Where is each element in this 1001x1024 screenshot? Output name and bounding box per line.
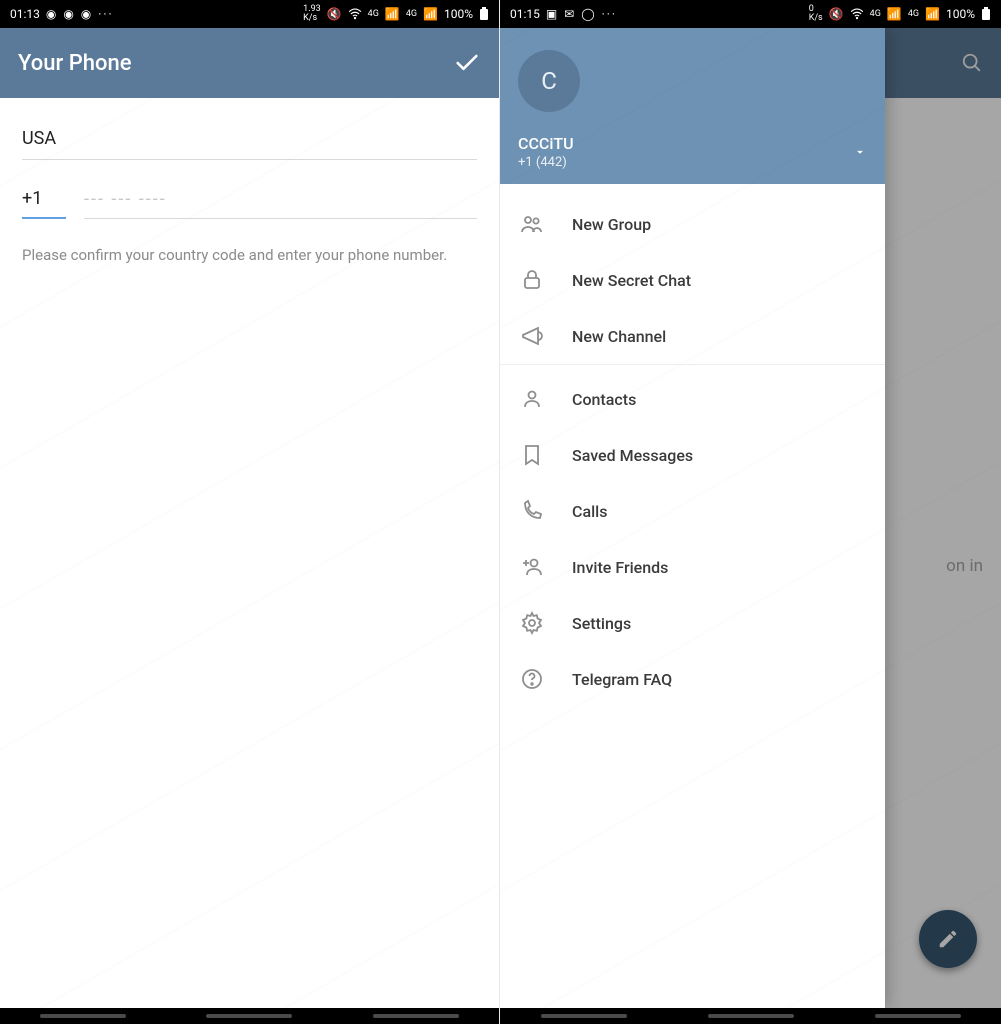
status-bar: 01:15 ▣ ✉ ◯ ··· 0 K/s 🔇 4G 📶 4G 📶 100% xyxy=(500,0,1001,28)
status-battery: 100% xyxy=(444,7,473,21)
status-battery: 100% xyxy=(946,7,975,21)
menu-item-label: Contacts xyxy=(572,390,636,409)
avatar[interactable]: C xyxy=(518,50,580,112)
nav-pill[interactable] xyxy=(373,1014,459,1018)
megaphone-icon xyxy=(520,324,544,348)
menu-item-label: New Secret Chat xyxy=(572,271,691,290)
country-field[interactable]: USA xyxy=(22,124,477,160)
status-bar: 01:13 ◉ ◉ ◉ ··· 1.93 K/s 🔇 4G 📶 4G 📶 100… xyxy=(0,0,499,28)
account-name: CCCiTU xyxy=(518,134,574,153)
menu-item-settings[interactable]: Settings xyxy=(500,595,885,651)
drawer-menu: New Group New Secret Chat New Channel Conta… xyxy=(500,184,885,707)
gear-icon xyxy=(520,611,544,635)
battery-icon xyxy=(981,7,991,21)
chevron-down-icon xyxy=(853,145,867,159)
nav-pill[interactable] xyxy=(40,1014,126,1018)
appbar: Your Phone xyxy=(0,28,499,98)
confirm-icon[interactable] xyxy=(453,49,481,77)
status-kbps-unit: K/s xyxy=(303,13,317,23)
person-icon xyxy=(520,387,544,411)
right-screenshot: 01:15 ▣ ✉ ◯ ··· 0 K/s 🔇 4G 📶 4G 📶 100% o… xyxy=(500,0,1001,1024)
menu-item-label: Calls xyxy=(572,502,607,521)
menu-item-calls[interactable]: Calls xyxy=(500,483,885,539)
menu-item-new-group[interactable]: New Group xyxy=(500,196,885,252)
menu-item-saved[interactable]: Saved Messages xyxy=(500,427,885,483)
nav-pill[interactable] xyxy=(206,1014,292,1018)
bookmark-icon xyxy=(520,443,544,467)
dial-code-input[interactable]: +1 xyxy=(22,188,66,219)
phone-row: +1 --- --- ---- xyxy=(22,188,477,219)
menu-item-new-secret[interactable]: New Secret Chat xyxy=(500,252,885,308)
status-app-icons: ◉ ◉ ◉ ··· xyxy=(46,7,114,21)
lock-icon xyxy=(520,268,544,292)
menu-item-faq[interactable]: Telegram FAQ xyxy=(500,651,885,707)
group-icon xyxy=(520,212,544,236)
nav-pill[interactable] xyxy=(708,1014,794,1018)
wifi-icon xyxy=(850,7,864,21)
status-time: 01:13 xyxy=(10,7,40,21)
status-kbps-unit: K/s xyxy=(809,13,823,23)
menu-item-label: Telegram FAQ xyxy=(572,670,672,689)
menu-item-label: Saved Messages xyxy=(572,446,693,465)
signal-icon-2: 📶 xyxy=(925,7,940,21)
add-person-icon xyxy=(520,555,544,579)
page-title: Your Phone xyxy=(18,51,131,76)
android-nav xyxy=(500,1008,1001,1024)
status-net-2: 4G xyxy=(406,9,417,19)
mute-icon: 🔇 xyxy=(829,7,844,21)
battery-icon xyxy=(479,7,489,21)
menu-item-label: Settings xyxy=(572,614,631,633)
signal-icon-1: 📶 xyxy=(887,7,902,21)
question-circle-icon xyxy=(520,667,544,691)
status-net-2: 4G xyxy=(908,9,919,19)
menu-item-label: New Channel xyxy=(572,327,666,346)
nav-pill[interactable] xyxy=(541,1014,627,1018)
menu-item-label: Invite Friends xyxy=(572,558,668,577)
menu-item-invite[interactable]: Invite Friends xyxy=(500,539,885,595)
nav-drawer: C CCCiTU +1 (442) New Group New Secret Ch… xyxy=(500,28,885,1008)
drawer-section: New Group New Secret Chat New Channel xyxy=(500,190,885,364)
status-app-icons: ▣ ✉ ◯ ··· xyxy=(546,7,617,21)
phone-number-input[interactable]: --- --- ---- xyxy=(84,189,477,219)
menu-item-new-channel[interactable]: New Channel xyxy=(500,308,885,364)
phone-icon xyxy=(520,499,544,523)
status-net-1: 4G xyxy=(870,9,881,19)
menu-item-label: New Group xyxy=(572,215,651,234)
drawer-section: Contacts Saved Messages Calls Invite Friend… xyxy=(500,364,885,707)
login-hint: Please confirm your country code and ent… xyxy=(22,245,477,267)
status-net-1: 4G xyxy=(368,9,379,19)
avatar-initial: C xyxy=(541,67,557,95)
nav-pill[interactable] xyxy=(875,1014,961,1018)
left-screenshot: 01:13 ◉ ◉ ◉ ··· 1.93 K/s 🔇 4G 📶 4G 📶 100… xyxy=(0,0,500,1024)
account-row[interactable]: CCCiTU +1 (442) xyxy=(518,134,867,170)
account-phone: +1 (442) xyxy=(518,155,574,170)
status-time: 01:15 xyxy=(510,7,540,21)
android-nav xyxy=(0,1008,499,1024)
drawer-header: C CCCiTU +1 (442) xyxy=(500,28,885,184)
signal-icon-2: 📶 xyxy=(423,7,438,21)
menu-item-contacts[interactable]: Contacts xyxy=(500,371,885,427)
signal-icon-1: 📶 xyxy=(385,7,400,21)
login-form: USA +1 --- --- ---- Please confirm your … xyxy=(0,98,499,267)
wifi-icon xyxy=(348,7,362,21)
mute-icon: 🔇 xyxy=(327,7,342,21)
